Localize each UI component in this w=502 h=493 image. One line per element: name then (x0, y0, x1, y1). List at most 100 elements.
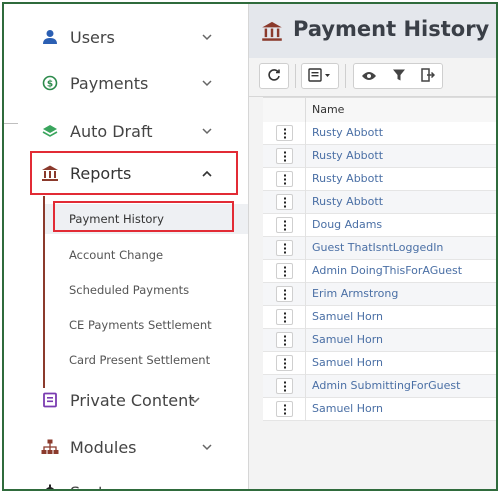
column-divider (305, 398, 306, 421)
row-name-link[interactable]: Erim Armstrong (312, 287, 398, 300)
row-name-link[interactable]: Rusty Abbott (312, 126, 383, 139)
table-row[interactable]: Rusty Abbott (263, 145, 496, 168)
row-menu-button[interactable] (276, 240, 293, 256)
submenu-item-card-present-settlement[interactable]: Card Present Settlement (69, 353, 210, 367)
row-menu-button[interactable] (276, 171, 293, 187)
kebab-icon (283, 239, 287, 258)
row-menu-button[interactable] (276, 125, 293, 141)
sidebar-item-private-content[interactable]: Private Content (18, 378, 248, 422)
table-row[interactable]: Admin SubmittingForGuest (263, 375, 496, 398)
sidebar-item-label: Private Content (70, 390, 195, 410)
row-name-link[interactable]: Admin SubmittingForGuest (312, 379, 460, 392)
row-name-link[interactable]: Rusty Abbott (312, 195, 383, 208)
toolbar-divider (345, 64, 346, 88)
kebab-icon (283, 147, 287, 166)
main-content: Payment History Name Rusty Abbott Rusty … (248, 4, 496, 489)
submenu-item-account-change[interactable]: Account Change (69, 248, 163, 262)
column-divider (305, 306, 306, 329)
row-name-link[interactable]: Rusty Abbott (312, 172, 383, 185)
row-name-link[interactable]: Samuel Horn (312, 402, 383, 415)
eye-icon[interactable] (361, 67, 377, 86)
column-divider (305, 375, 306, 398)
column-divider (305, 145, 306, 168)
row-menu-button[interactable] (276, 378, 293, 394)
sidebar: Users $ Payments Auto Draft Reports Paym… (18, 4, 264, 490)
submenu-tree-line (43, 196, 45, 388)
kebab-icon (283, 216, 287, 235)
row-menu-button[interactable] (276, 194, 293, 210)
gear-icon (40, 482, 60, 489)
row-name-link[interactable]: Guest ThatIsntLoggedIn (312, 241, 443, 254)
refresh-icon (267, 67, 281, 86)
column-divider (305, 352, 306, 375)
table-row[interactable]: Erim Armstrong (263, 283, 496, 306)
reports-highlight-box (30, 151, 238, 195)
sidebar-item-label: Auto Draft (70, 121, 153, 141)
kebab-icon (283, 285, 287, 304)
refresh-button[interactable] (259, 63, 289, 89)
chevron-down-icon (202, 30, 212, 44)
row-menu-button[interactable] (276, 217, 293, 233)
row-menu-button[interactable] (276, 355, 293, 371)
table-row[interactable]: Rusty Abbott (263, 122, 496, 145)
row-name-link[interactable]: Samuel Horn (312, 310, 383, 323)
submenu-item-scheduled-payments[interactable]: Scheduled Payments (69, 283, 189, 297)
kebab-icon (283, 331, 287, 350)
column-divider (305, 260, 306, 283)
kebab-icon (283, 124, 287, 143)
table-row[interactable]: Rusty Abbott (263, 191, 496, 214)
row-name-link[interactable]: Admin DoingThisForAGuest (312, 264, 462, 277)
row-menu-button[interactable] (276, 286, 293, 302)
row-name-link[interactable]: Rusty Abbott (312, 149, 383, 162)
table-row[interactable]: Samuel Horn (263, 352, 496, 375)
chevron-down-icon (202, 124, 212, 138)
table-row[interactable]: Rusty Abbott (263, 168, 496, 191)
page-title: Payment History (293, 17, 490, 41)
column-divider (305, 214, 306, 237)
sidebar-item-system[interactable]: System (18, 470, 248, 490)
export-icon[interactable] (420, 67, 435, 86)
column-divider (305, 237, 306, 260)
row-menu-button[interactable] (276, 309, 293, 325)
table-row[interactable]: Samuel Horn (263, 398, 496, 421)
row-menu-button[interactable] (276, 263, 293, 279)
table-row[interactable]: Doug Adams (263, 214, 496, 237)
sidebar-item-users[interactable]: Users (18, 15, 248, 59)
table-row[interactable]: Samuel Horn (263, 306, 496, 329)
layers-icon (40, 121, 60, 141)
submenu-item-ce-payments-settlement[interactable]: CE Payments Settlement (69, 318, 212, 332)
column-divider (305, 283, 306, 306)
grid-toolbar (249, 58, 496, 97)
sidebar-item-payments[interactable]: $ Payments (18, 61, 248, 105)
chevron-down-icon (202, 440, 212, 454)
user-icon (40, 27, 60, 47)
toolbar-divider (295, 64, 296, 88)
sidebar-item-modules[interactable]: Modules (18, 425, 248, 469)
sidebar-item-auto-draft[interactable]: Auto Draft (18, 109, 248, 153)
sitemap-icon (40, 437, 60, 457)
app-frame: Users $ Payments Auto Draft Reports Paym… (2, 2, 498, 491)
divider (4, 123, 18, 124)
chevron-down-icon (202, 76, 212, 90)
row-name-link[interactable]: Doug Adams (312, 218, 382, 231)
table-row[interactable]: Admin DoingThisForAGuest (263, 260, 496, 283)
row-name-link[interactable]: Samuel Horn (312, 333, 383, 346)
row-menu-button[interactable] (276, 401, 293, 417)
columns-dropdown-button[interactable] (301, 63, 339, 89)
column-header-name[interactable]: Name (312, 103, 344, 116)
column-divider (305, 191, 306, 214)
kebab-icon (283, 170, 287, 189)
table-row[interactable]: Samuel Horn (263, 329, 496, 352)
row-menu-button[interactable] (276, 148, 293, 164)
payment-history-highlight-box (53, 201, 234, 232)
row-name-link[interactable]: Samuel Horn (312, 356, 383, 369)
chevron-down-icon (190, 393, 200, 407)
columns-dropdown-icon (308, 67, 332, 86)
column-divider (305, 122, 306, 145)
row-menu-button[interactable] (276, 332, 293, 348)
filter-icon[interactable] (392, 67, 406, 86)
view-tools-group (353, 63, 443, 89)
kebab-icon (283, 377, 287, 396)
table-row[interactable]: Guest ThatIsntLoggedIn (263, 237, 496, 260)
sidebar-item-label: System (70, 483, 130, 490)
